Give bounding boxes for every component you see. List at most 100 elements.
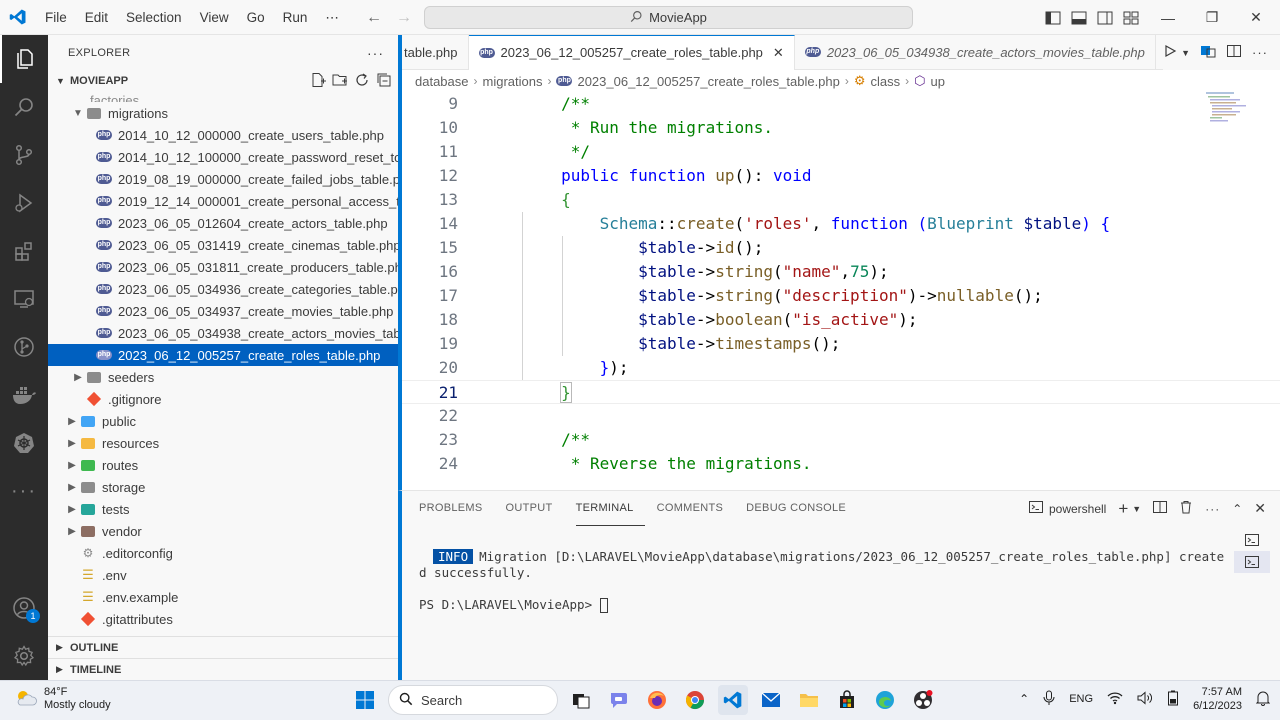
microphone-icon[interactable]: [1043, 690, 1055, 709]
menu-edit[interactable]: Edit: [76, 0, 117, 35]
menu-run[interactable]: Run: [274, 0, 317, 35]
file-row[interactable]: php 2014_10_12_100000_create_password_res…: [48, 146, 398, 168]
folder-vendor[interactable]: ▶ vendor: [48, 520, 398, 542]
shell-name[interactable]: powershell: [1049, 502, 1106, 516]
clock[interactable]: 7:57 AM 6/12/2023: [1193, 685, 1242, 713]
menu-view[interactable]: View: [191, 0, 238, 35]
explorer-icon[interactable]: [0, 35, 48, 83]
file-row-editorconfig[interactable]: ⚙ .editorconfig: [48, 542, 398, 564]
git-graph-icon[interactable]: [0, 323, 48, 371]
file-explorer-icon[interactable]: [794, 685, 824, 715]
breadcrumb-item[interactable]: migrations: [483, 74, 543, 89]
file-row-selected[interactable]: php 2023_06_12_005257_create_roles_table.…: [48, 344, 398, 366]
toggle-secondary-sidebar-icon[interactable]: [1092, 0, 1118, 35]
forward-arrow-icon[interactable]: →: [396, 9, 412, 27]
refresh-icon[interactable]: [354, 72, 370, 91]
folder-tests[interactable]: ▶ tests: [48, 498, 398, 520]
notification-icon[interactable]: [1255, 690, 1271, 709]
teams-chat-icon[interactable]: [604, 685, 634, 715]
file-row[interactable]: php 2023_06_05_034937_create_movies_table…: [48, 300, 398, 322]
file-row[interactable]: php 2019_08_19_000000_create_failed_jobs_…: [48, 168, 398, 190]
obs-icon[interactable]: [908, 685, 938, 715]
run-code-icon[interactable]: [1163, 44, 1177, 61]
more-views-icon[interactable]: ···: [0, 467, 48, 515]
folder-resources[interactable]: ▶ resources: [48, 432, 398, 454]
run-debug-icon[interactable]: [0, 179, 48, 227]
close-window-icon[interactable]: ✕: [1232, 0, 1280, 35]
compare-changes-icon[interactable]: [1200, 43, 1216, 62]
extensions-icon[interactable]: [0, 227, 48, 275]
firefox-icon[interactable]: [642, 685, 672, 715]
file-row-gitattributes[interactable]: .gitattributes: [48, 608, 398, 630]
file-row[interactable]: php 2023_06_05_034936_create_categories_t…: [48, 278, 398, 300]
windows-start-icon[interactable]: [350, 685, 380, 715]
source-control-icon[interactable]: [0, 131, 48, 179]
tab-problems[interactable]: PROBLEMS: [419, 491, 494, 526]
store-icon[interactable]: [832, 685, 862, 715]
chevron-down-icon[interactable]: ▼: [1181, 48, 1190, 58]
weather-widget[interactable]: 84°F Mostly cloudy: [14, 686, 111, 712]
file-row-env[interactable]: ☰ .env: [48, 564, 398, 586]
new-folder-icon[interactable]: [332, 72, 348, 91]
file-row[interactable]: php 2023_06_05_031811_create_producers_ta…: [48, 256, 398, 278]
breadcrumb-item[interactable]: up: [931, 74, 945, 89]
maximize-panel-icon[interactable]: ⌃: [1232, 502, 1242, 516]
menu-more[interactable]: ⋯: [316, 0, 348, 35]
restore-icon[interactable]: ❐: [1192, 0, 1232, 35]
split-editor-icon[interactable]: [1226, 43, 1242, 62]
toggle-panel-icon[interactable]: [1066, 0, 1092, 35]
breadcrumb-item[interactable]: class: [871, 74, 901, 89]
tab-create-actors-movies-table[interactable]: php 2023_06_05_034938_create_actors_movi…: [795, 34, 1156, 70]
terminal-instance-icon[interactable]: [1234, 529, 1270, 551]
tab-comments[interactable]: COMMENTS: [657, 491, 735, 526]
folder-public[interactable]: ▶ public: [48, 410, 398, 432]
battery-icon[interactable]: [1167, 690, 1179, 709]
folded-factories-row[interactable]: factories: [48, 92, 398, 102]
file-row[interactable]: php 2023_06_05_031419_create_cinemas_tabl…: [48, 234, 398, 256]
explorer-more-icon[interactable]: ···: [367, 45, 384, 61]
back-arrow-icon[interactable]: ←: [366, 9, 382, 27]
volume-icon[interactable]: [1137, 690, 1153, 708]
panel-more-icon[interactable]: ···: [1205, 502, 1220, 516]
split-terminal-icon[interactable]: [1153, 500, 1168, 517]
vscode-taskbar-icon[interactable]: [718, 685, 748, 715]
chevron-down-icon[interactable]: ▼: [1132, 504, 1141, 514]
file-row[interactable]: php 2023_06_05_034938_create_actors_movie…: [48, 322, 398, 344]
timeline-section-header[interactable]: ▶ TIMELINE: [48, 658, 398, 680]
command-center-search[interactable]: MovieApp: [424, 6, 913, 29]
menu-selection[interactable]: Selection: [117, 0, 191, 35]
chevron-up-icon[interactable]: ⌃: [1019, 692, 1029, 706]
new-file-icon[interactable]: [310, 72, 326, 91]
minimap[interactable]: [1206, 92, 1266, 132]
breadcrumb-item[interactable]: database: [415, 74, 469, 89]
chrome-icon[interactable]: [680, 685, 710, 715]
mail-icon[interactable]: [756, 685, 786, 715]
tab-output[interactable]: OUTPUT: [506, 491, 564, 526]
file-row[interactable]: php 2023_06_05_012604_create_actors_table…: [48, 212, 398, 234]
folder-migrations[interactable]: ▼ migrations: [48, 102, 398, 124]
kill-terminal-icon[interactable]: [1179, 500, 1193, 517]
new-terminal-icon[interactable]: +: [1118, 499, 1128, 519]
toggle-primary-sidebar-icon[interactable]: [1040, 0, 1066, 35]
project-section-header[interactable]: ▼ MOVIEAPP: [48, 70, 398, 92]
tab-debug-console[interactable]: DEBUG CONSOLE: [746, 491, 857, 526]
menu-go[interactable]: Go: [238, 0, 274, 35]
outline-section-header[interactable]: ▶ OUTLINE: [48, 636, 398, 658]
minimize-icon[interactable]: —: [1144, 0, 1192, 35]
tab-table-php[interactable]: table.php: [402, 34, 469, 70]
collapse-all-icon[interactable]: [376, 72, 392, 91]
close-panel-icon[interactable]: ✕: [1254, 500, 1266, 517]
close-tab-icon[interactable]: ✕: [773, 45, 784, 61]
remote-explorer-icon[interactable]: [0, 275, 48, 323]
folder-routes[interactable]: ▶ routes: [48, 454, 398, 476]
folder-storage[interactable]: ▶ storage: [48, 476, 398, 498]
customize-layout-icon[interactable]: [1118, 0, 1144, 35]
menu-file[interactable]: File: [36, 0, 76, 35]
manage-gear-icon[interactable]: [0, 632, 48, 680]
folder-seeders[interactable]: ▶ seeders: [48, 366, 398, 388]
search-view-icon[interactable]: [0, 83, 48, 131]
taskbar-search[interactable]: Search: [388, 685, 558, 715]
accounts-icon[interactable]: [0, 584, 48, 632]
kubernetes-icon[interactable]: [0, 419, 48, 467]
file-row[interactable]: php 2019_12_14_000001_create_personal_acc…: [48, 190, 398, 212]
